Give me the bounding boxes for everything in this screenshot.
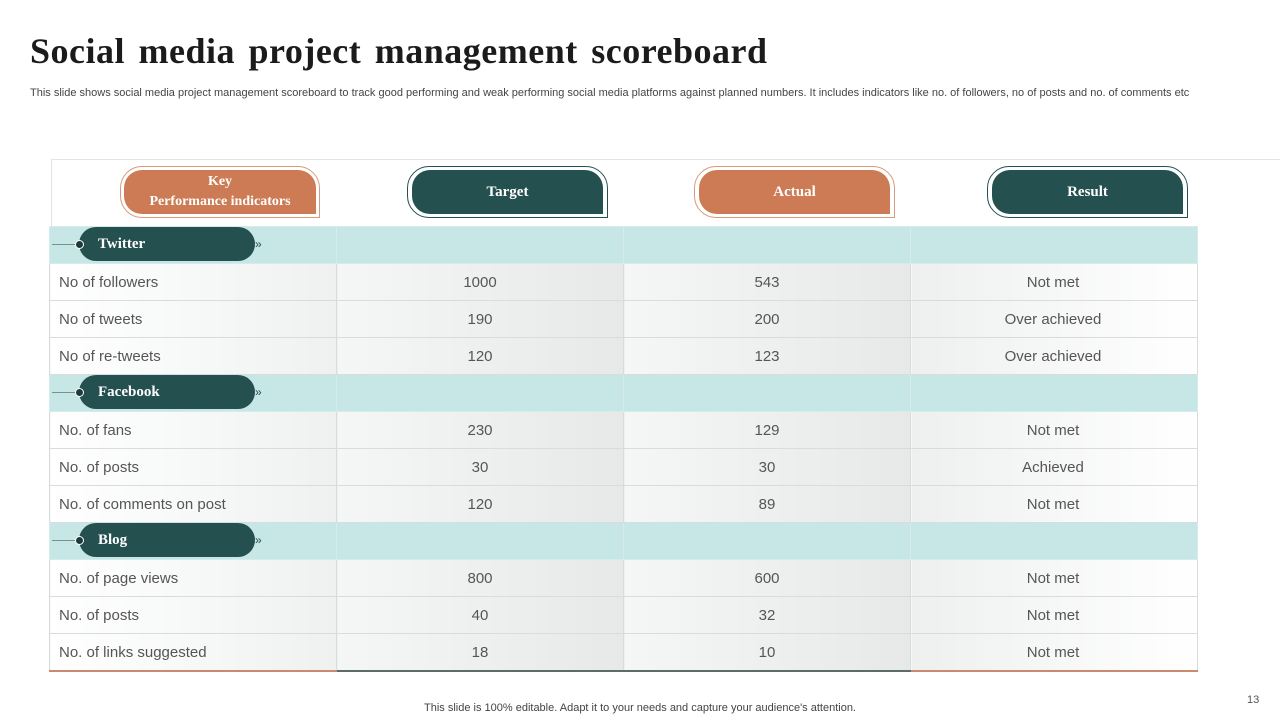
result-cell: Not met <box>910 411 1198 449</box>
target-cell: 800 <box>336 559 624 597</box>
result-text: Not met <box>1026 606 1080 624</box>
kpi-cell: No of followers <box>49 263 337 301</box>
result-text: Not met <box>1026 569 1080 587</box>
actual-cell: 30 <box>623 448 911 486</box>
actual-cell: 129 <box>623 411 911 449</box>
scoreboard-table: Twitter » No of followers 1000 543 Not m… <box>49 226 1198 672</box>
target-cell: 230 <box>336 411 624 449</box>
actual-header: Actual <box>699 170 890 214</box>
result-text: Not met <box>1026 495 1080 513</box>
result-cell: Over achieved <box>910 300 1198 338</box>
result-cell: Not met <box>910 559 1198 597</box>
target-cell: 30 <box>336 448 624 486</box>
result-cell: Achieved <box>910 448 1198 486</box>
kpi-header: Key Performance indicators <box>124 170 316 214</box>
section-pill-facebook: Facebook <box>79 375 255 409</box>
table-row: No. of links suggested 18 10 Not met <box>49 633 1198 672</box>
kpi-cell: No. of posts <box>49 596 337 634</box>
actual-cell: 600 <box>623 559 911 597</box>
table-row: No of followers 1000 543 Not met <box>49 263 1198 301</box>
result-cell: Not met <box>910 596 1198 634</box>
section-cell <box>623 226 911 264</box>
section-row-facebook: Facebook » <box>49 374 1198 412</box>
kpi-cell: No. of page views <box>49 559 337 597</box>
section-cell: Facebook » <box>49 374 337 412</box>
kpi-cell: No of tweets <box>49 300 337 338</box>
section-cell <box>910 374 1198 412</box>
slide-footer: This slide is 100% editable. Adapt it to… <box>424 702 856 714</box>
section-cell <box>910 226 1198 264</box>
result-cell: Not met <box>910 633 1198 672</box>
kpi-header-line1: Key <box>207 174 233 189</box>
result-text: Not met <box>1026 273 1080 291</box>
result-cell: Not met <box>910 485 1198 523</box>
table-row: No. of posts 30 30 Achieved <box>49 448 1198 486</box>
section-cell <box>910 522 1198 560</box>
target-cell: 1000 <box>336 263 624 301</box>
section-pill-blog: Blog <box>79 523 255 557</box>
slide-subtitle: This slide shows social media project ma… <box>30 87 1190 99</box>
kpi-cell: No. of posts <box>49 448 337 486</box>
table-row: No. of page views 800 600 Not met <box>49 559 1198 597</box>
section-cell: Blog » <box>49 522 337 560</box>
target-cell: 120 <box>336 485 624 523</box>
result-text: Not met <box>1026 643 1080 661</box>
table-row: No. of posts 40 32 Not met <box>49 596 1198 634</box>
actual-cell: 123 <box>623 337 911 375</box>
actual-cell: 200 <box>623 300 911 338</box>
result-text: Over achieved <box>1004 347 1102 365</box>
section-cell <box>336 374 624 412</box>
connector-dot-icon <box>75 536 84 545</box>
kpi-cell: No. of links suggested <box>49 633 337 672</box>
double-chevron-right-icon: » <box>255 385 262 399</box>
actual-cell: 543 <box>623 263 911 301</box>
result-text: Not met <box>1026 421 1080 439</box>
actual-cell: 89 <box>623 485 911 523</box>
page-number: 13 <box>1247 694 1260 706</box>
kpi-cell: No. of comments on post <box>49 485 337 523</box>
target-cell: 40 <box>336 596 624 634</box>
actual-cell: 32 <box>623 596 911 634</box>
result-cell: Over achieved <box>910 337 1198 375</box>
kpi-cell: No of re-tweets <box>49 337 337 375</box>
target-cell: 190 <box>336 300 624 338</box>
table-row: No of re-tweets 120 123 Over achieved <box>49 337 1198 375</box>
section-row-twitter: Twitter » <box>49 226 1198 264</box>
section-cell <box>336 522 624 560</box>
section-pill-twitter: Twitter <box>79 227 255 261</box>
result-text: Achieved <box>1022 458 1084 476</box>
target-cell: 18 <box>336 633 624 672</box>
kpi-header-line2: Performance indicators <box>149 194 291 209</box>
kpi-cell: No. of fans <box>49 411 337 449</box>
connector-dot-icon <box>75 240 84 249</box>
section-cell <box>623 522 911 560</box>
section-row-blog: Blog » <box>49 522 1198 560</box>
table-row: No. of comments on post 120 89 Not met <box>49 485 1198 523</box>
result-header: Result <box>992 170 1183 214</box>
result-text: Over achieved <box>1004 310 1102 328</box>
slide-title: Social media project management scoreboa… <box>30 31 768 71</box>
section-cell <box>623 374 911 412</box>
table-row: No of tweets 190 200 Over achieved <box>49 300 1198 338</box>
double-chevron-right-icon: » <box>255 533 262 547</box>
target-header: Target <box>412 170 603 214</box>
section-cell <box>336 226 624 264</box>
double-chevron-right-icon: » <box>255 237 262 251</box>
actual-cell: 10 <box>623 633 911 672</box>
result-cell: Not met <box>910 263 1198 301</box>
table-row: No. of fans 230 129 Not met <box>49 411 1198 449</box>
target-cell: 120 <box>336 337 624 375</box>
connector-dot-icon <box>75 388 84 397</box>
section-cell: Twitter » <box>49 226 337 264</box>
